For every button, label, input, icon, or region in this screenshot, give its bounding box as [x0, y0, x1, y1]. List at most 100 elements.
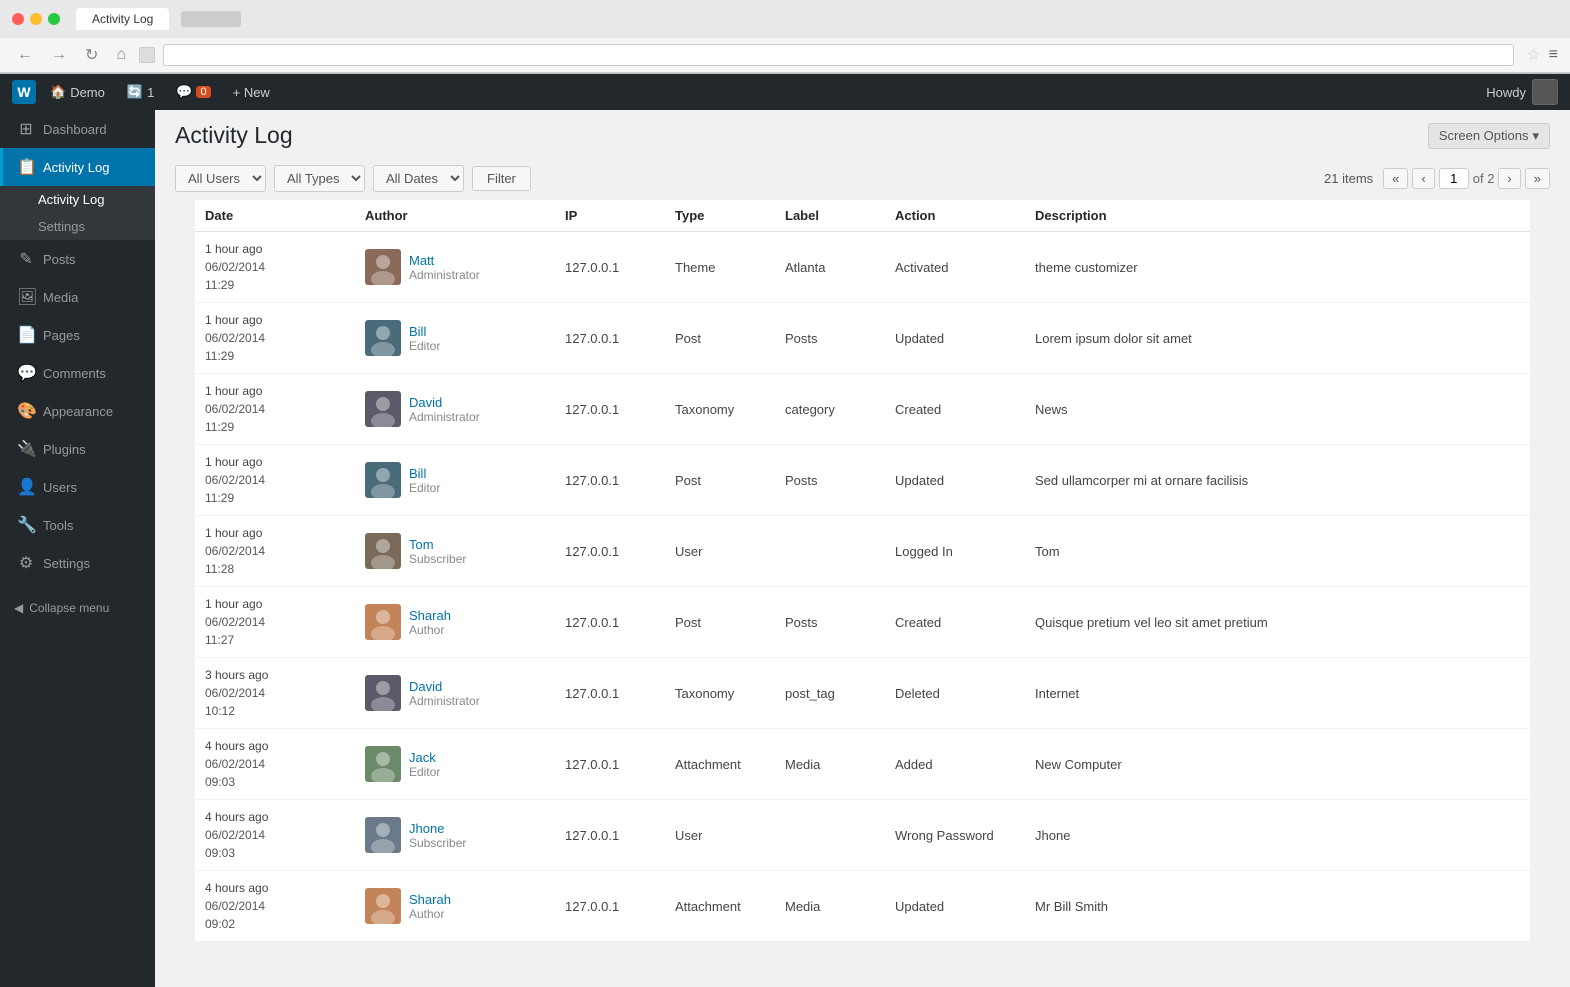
- cell-description-6: Internet: [1025, 658, 1530, 729]
- close-dot[interactable]: [12, 13, 24, 25]
- browser-chrome: Activity Log ← → ↻ ⌂ ☆ ≡: [0, 0, 1570, 74]
- author-role-6: Administrator: [409, 694, 480, 708]
- first-page-button[interactable]: «: [1383, 168, 1408, 189]
- sidebar-item-comments[interactable]: 💬 Comments: [0, 354, 155, 392]
- col-header-action: Action: [885, 200, 1025, 232]
- sidebar-item-users[interactable]: 👤 Users: [0, 468, 155, 506]
- sidebar-item-dashboard[interactable]: ⊞ Dashboard: [0, 110, 155, 148]
- sidebar-subitem-activity-log[interactable]: Activity Log: [0, 186, 155, 213]
- back-button[interactable]: ←: [12, 44, 38, 66]
- cell-ip-3: 127.0.0.1: [555, 445, 665, 516]
- comments-sidebar-label: Comments: [43, 366, 106, 381]
- updates-item[interactable]: 🔄 1: [119, 74, 162, 110]
- browser-tab[interactable]: Activity Log: [76, 8, 169, 30]
- last-page-button[interactable]: »: [1525, 168, 1550, 189]
- dashboard-label: Dashboard: [43, 122, 107, 137]
- cell-label-8: [775, 800, 885, 871]
- cell-author-3: Bill Editor: [355, 445, 555, 516]
- sidebar-subitem-settings[interactable]: Settings: [0, 213, 155, 240]
- updates-count: 1: [147, 85, 154, 100]
- sidebar-item-settings[interactable]: ⚙ Settings: [0, 544, 155, 582]
- cell-ip-2: 127.0.0.1: [555, 374, 665, 445]
- bookmark-icon[interactable]: ☆: [1526, 45, 1540, 65]
- sidebar-item-media[interactable]: 🖼 Media: [0, 278, 155, 316]
- maximize-dot[interactable]: [48, 13, 60, 25]
- comments-item[interactable]: 💬 0: [168, 74, 218, 110]
- cell-action-4: Logged In: [885, 516, 1025, 587]
- new-label: + New: [233, 85, 270, 100]
- plugins-label: Plugins: [43, 442, 86, 457]
- home-button[interactable]: ⌂: [111, 44, 131, 66]
- cell-action-5: Created: [885, 587, 1025, 658]
- prev-page-button[interactable]: ‹: [1412, 168, 1434, 189]
- author-avatar-9: [365, 888, 401, 924]
- filter-button[interactable]: Filter: [472, 166, 531, 191]
- table-head: Date Author IP Type Label Action Descrip…: [195, 200, 1530, 232]
- site-name-item[interactable]: 🏠 Demo: [42, 74, 113, 110]
- time-ago-1: 1 hour ago: [205, 311, 345, 329]
- author-name-8[interactable]: Jhone: [409, 821, 466, 836]
- cell-type-3: Post: [665, 445, 775, 516]
- author-info-9: Sharah Author: [409, 892, 451, 921]
- sidebar-item-posts[interactable]: ✎ Posts: [0, 240, 155, 278]
- forward-button[interactable]: →: [46, 44, 72, 66]
- cell-action-0: Activated: [885, 232, 1025, 303]
- cell-description-3: Sed ullamcorper mi at ornare facilisis: [1025, 445, 1530, 516]
- users-filter[interactable]: All Users: [175, 165, 266, 192]
- author-cell-0: Matt Administrator: [365, 249, 545, 285]
- cell-type-7: Attachment: [665, 729, 775, 800]
- screen-options-button[interactable]: Screen Options ▾: [1428, 123, 1550, 149]
- cell-date-6: 3 hours ago 06/02/2014 10:12: [195, 658, 355, 729]
- author-name-6[interactable]: David: [409, 679, 480, 694]
- author-role-8: Subscriber: [409, 836, 466, 850]
- table-row: 1 hour ago 06/02/2014 11:28 Tom Subscrib…: [195, 516, 1530, 587]
- page-number-input[interactable]: [1439, 168, 1469, 189]
- date-4: 06/02/2014: [205, 542, 345, 560]
- site-name-label: Demo: [70, 85, 105, 100]
- sidebar-item-plugins[interactable]: 🔌 Plugins: [0, 430, 155, 468]
- dates-filter[interactable]: All Dates: [373, 165, 464, 192]
- browser-menu-icon[interactable]: ≡: [1549, 46, 1558, 64]
- address-bar[interactable]: [163, 44, 1514, 66]
- sidebar-item-tools[interactable]: 🔧 Tools: [0, 506, 155, 544]
- author-name-4[interactable]: Tom: [409, 537, 466, 552]
- cell-type-6: Taxonomy: [665, 658, 775, 729]
- header-row: Date Author IP Type Label Action Descrip…: [195, 200, 1530, 232]
- author-cell-1: Bill Editor: [365, 320, 545, 356]
- author-name-2[interactable]: David: [409, 395, 480, 410]
- author-name-7[interactable]: Jack: [409, 750, 440, 765]
- author-name-1[interactable]: Bill: [409, 324, 440, 339]
- types-filter[interactable]: All Types: [274, 165, 365, 192]
- author-name-3[interactable]: Bill: [409, 466, 440, 481]
- date-6: 06/02/2014: [205, 684, 345, 702]
- reload-button[interactable]: ↻: [80, 43, 103, 67]
- author-avatar-3: [365, 462, 401, 498]
- next-page-button[interactable]: ›: [1498, 168, 1520, 189]
- cell-author-8: Jhone Subscriber: [355, 800, 555, 871]
- author-name-5[interactable]: Sharah: [409, 608, 451, 623]
- howdy-label: Howdy: [1486, 85, 1526, 100]
- author-cell-2: David Administrator: [365, 391, 545, 427]
- cell-type-9: Attachment: [665, 871, 775, 942]
- cell-action-7: Added: [885, 729, 1025, 800]
- cell-author-2: David Administrator: [355, 374, 555, 445]
- collapse-menu[interactable]: ◀ Collapse menu: [0, 592, 155, 624]
- author-avatar-4: [365, 533, 401, 569]
- author-name-0[interactable]: Matt: [409, 253, 480, 268]
- col-header-label: Label: [775, 200, 885, 232]
- filter-bar: All Users All Types All Dates Filter 21 …: [155, 157, 1570, 200]
- author-name-9[interactable]: Sharah: [409, 892, 451, 907]
- howdy-section[interactable]: Howdy: [1486, 79, 1558, 105]
- cell-description-0: theme customizer: [1025, 232, 1530, 303]
- browser-toolbar: ← → ↻ ⌂ ☆ ≡: [0, 38, 1570, 73]
- cell-type-5: Post: [665, 587, 775, 658]
- minimize-dot[interactable]: [30, 13, 42, 25]
- cell-date-5: 1 hour ago 06/02/2014 11:27: [195, 587, 355, 658]
- sidebar-item-pages[interactable]: 📄 Pages: [0, 316, 155, 354]
- wp-logo[interactable]: W: [12, 80, 36, 104]
- sidebar-item-activity-log[interactable]: 📋 Activity Log: [0, 148, 155, 186]
- new-content-item[interactable]: + New: [225, 74, 278, 110]
- author-avatar-8: [365, 817, 401, 853]
- sidebar-item-appearance[interactable]: 🎨 Appearance: [0, 392, 155, 430]
- cell-author-7: Jack Editor: [355, 729, 555, 800]
